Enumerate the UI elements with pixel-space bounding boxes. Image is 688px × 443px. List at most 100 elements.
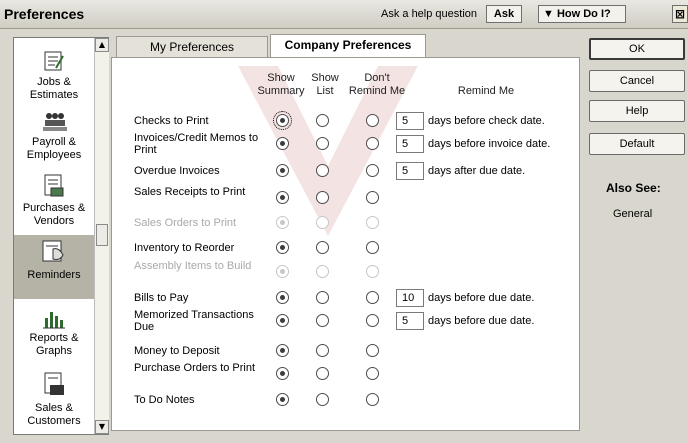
radio-summary[interactable] [276, 314, 289, 327]
radio-summary[interactable] [276, 291, 289, 304]
remind-days-field[interactable]: 5 [396, 312, 424, 330]
remind-days-text: days after due date. [428, 165, 526, 177]
column-header-dont-remind: Don't Remind Me [348, 72, 406, 97]
radio-summary[interactable] [273, 111, 292, 130]
radio-list[interactable] [316, 393, 329, 406]
radio-selected-dot [280, 371, 285, 376]
tab-my-preferences[interactable]: My Preferences [116, 36, 268, 58]
radio-list[interactable] [316, 367, 329, 380]
radio-summary[interactable] [276, 344, 289, 357]
radio-list[interactable] [316, 164, 329, 177]
radio-dont [366, 216, 379, 229]
radio-selected-dot [280, 295, 285, 300]
sidebar-item-sales-customers[interactable]: Sales & Customers [14, 370, 94, 432]
radio-list[interactable] [316, 191, 329, 204]
radio-summary[interactable] [276, 164, 289, 177]
reminder-label: Invoices/Credit Memos to Print [134, 132, 259, 156]
also-see-general-link[interactable]: General [613, 208, 652, 220]
radio-summary [276, 216, 289, 229]
sidebar-item-jobs-estimates[interactable]: Jobs & Estimates [14, 48, 94, 110]
reports-graphs-icon [43, 312, 65, 329]
radio-summary[interactable] [276, 191, 289, 204]
help-button[interactable]: Help [589, 100, 685, 122]
radio-summary[interactable] [276, 241, 289, 254]
radio-dont[interactable] [366, 393, 379, 406]
radio-selected-dot [280, 141, 285, 146]
radio-dont[interactable] [366, 241, 379, 254]
reminder-label: Sales Receipts to Print [134, 186, 246, 198]
remind-days-field[interactable]: 10 [396, 289, 424, 307]
radio-selected-dot [280, 348, 285, 353]
how-do-i-button[interactable]: ▼ How Do I? [538, 5, 626, 23]
radio-selected-dot [280, 168, 285, 173]
radio-list[interactable] [316, 291, 329, 304]
close-icon[interactable]: ⊠ [672, 5, 688, 23]
scroll-thumb[interactable] [96, 224, 108, 246]
radio-selected-dot [280, 318, 285, 323]
reminders-icon [42, 240, 64, 262]
radio-summary [276, 265, 289, 278]
reminder-label: Assembly Items to Build [134, 260, 252, 272]
sidebar-item-label: Reminders [27, 269, 81, 281]
payroll-employees-icon [43, 113, 67, 131]
how-do-i-label: How Do I? [556, 8, 611, 20]
scroll-down-icon[interactable]: ▼ [95, 420, 109, 434]
radio-dont[interactable] [366, 291, 379, 304]
radio-summary[interactable] [276, 137, 289, 150]
default-button[interactable]: Default [589, 133, 685, 155]
jobs-estimates-icon [44, 51, 64, 71]
radio-list[interactable] [316, 344, 329, 357]
radio-dont[interactable] [366, 344, 379, 357]
remind-days-field[interactable]: 5 [396, 112, 424, 130]
ask-button[interactable]: Ask [486, 5, 522, 23]
sidebar-item-reminders[interactable]: Reminders [14, 235, 94, 299]
sidebar-scrollbar[interactable]: ▲ ▼ [94, 38, 109, 434]
radio-list[interactable] [316, 114, 329, 127]
chevron-down-icon: ▼ [543, 8, 554, 20]
tab-company-preferences[interactable]: Company Preferences [270, 34, 426, 58]
radio-dont[interactable] [366, 314, 379, 327]
radio-list [316, 265, 329, 278]
remind-days-field[interactable]: 5 [396, 135, 424, 153]
radio-dont [366, 265, 379, 278]
radio-selected-dot [280, 245, 285, 250]
radio-list[interactable] [316, 314, 329, 327]
reminder-label: Memorized Transactions Due [134, 309, 254, 333]
preferences-sidebar: Jobs & Estimates Payroll & Employees Pur… [13, 37, 109, 435]
sidebar-item-label: Purchases & Vendors [22, 202, 86, 227]
reminder-label: Checks to Print [134, 115, 209, 127]
radio-dont[interactable] [366, 114, 379, 127]
reminder-label: Purchase Orders to Print [134, 362, 256, 374]
sidebar-item-label: Jobs & Estimates [29, 76, 79, 101]
sales-customers-icon [44, 372, 64, 395]
company-preferences-panel: Show Summary Show List Don't Remind Me R… [111, 57, 580, 431]
title-bar: Preferences Ask a help question Ask ▼ Ho… [0, 0, 688, 29]
radio-selected-dot [280, 269, 285, 274]
radio-summary[interactable] [276, 393, 289, 406]
also-see-heading: Also See: [606, 181, 661, 195]
cancel-button[interactable]: Cancel [589, 70, 685, 92]
column-header-show-summary: Show Summary [257, 72, 305, 97]
radio-dont[interactable] [366, 164, 379, 177]
column-header-remind-me: Remind Me [457, 85, 515, 97]
scroll-up-icon[interactable]: ▲ [95, 38, 109, 52]
remind-days-text: days before check date. [428, 115, 545, 127]
remind-days-text: days before due date. [428, 315, 535, 327]
sidebar-item-reports-graphs[interactable]: Reports & Graphs [14, 308, 94, 370]
reminder-label: Bills to Pay [134, 292, 189, 304]
radio-list [316, 216, 329, 229]
sidebar-item-label: Reports & Graphs [29, 332, 79, 357]
help-question-prompt: Ask a help question [381, 8, 478, 20]
sidebar-item-purchases-vendors[interactable]: Purchases & Vendors [14, 172, 94, 232]
radio-list[interactable] [316, 241, 329, 254]
radio-dont[interactable] [366, 191, 379, 204]
radio-summary[interactable] [276, 367, 289, 380]
sidebar-item-label: Sales & Customers [27, 402, 81, 427]
ok-button[interactable]: OK [589, 38, 685, 60]
reminder-label: To Do Notes [134, 394, 195, 406]
radio-dont[interactable] [366, 367, 379, 380]
radio-list[interactable] [316, 137, 329, 150]
radio-dont[interactable] [366, 137, 379, 150]
sidebar-item-payroll-employees[interactable]: Payroll & Employees [14, 110, 94, 170]
remind-days-field[interactable]: 5 [396, 162, 424, 180]
